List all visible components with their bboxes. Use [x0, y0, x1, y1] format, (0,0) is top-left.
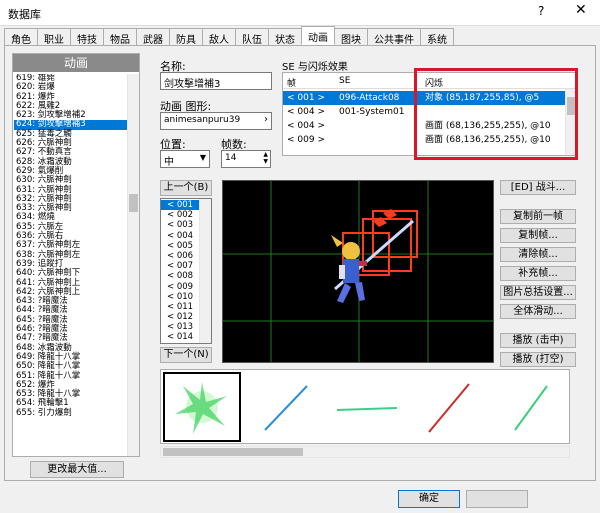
- tab-4[interactable]: 武器: [136, 28, 170, 46]
- tool-button[interactable]: 全体滑动...: [500, 304, 576, 319]
- se-flash-title: SE 与闪烁效果: [282, 62, 348, 73]
- cell-thumb[interactable]: [327, 372, 405, 442]
- cell-thumb-selected[interactable]: [163, 372, 241, 442]
- cell-strip-scrollbar[interactable]: [160, 446, 570, 458]
- frame-list-item[interactable]: < 003: [161, 220, 201, 230]
- close-icon[interactable]: ✕: [575, 2, 587, 18]
- se-sound-cell: 096-Attack08: [339, 93, 400, 103]
- burst-effect: [175, 382, 227, 434]
- frame-list-item[interactable]: < 006: [161, 251, 201, 261]
- position-select[interactable]: 中 ▼: [160, 150, 210, 168]
- cell-thumb[interactable]: [491, 372, 569, 442]
- prev-frame-button[interactable]: 上一个(B): [160, 180, 212, 196]
- name-input[interactable]: 剑攻擊增補3: [160, 72, 272, 90]
- tab-11[interactable]: 公共事件: [367, 28, 421, 46]
- tool-button[interactable]: 复制前一帧: [500, 209, 576, 224]
- animation-list-header: 动画: [13, 54, 139, 72]
- tab-8[interactable]: 状态: [268, 28, 302, 46]
- cell-thumb[interactable]: [409, 372, 487, 442]
- tab-5[interactable]: 防具: [169, 28, 203, 46]
- help-icon[interactable]: ?: [538, 4, 544, 18]
- tool-button[interactable]: 播放 (打空): [500, 352, 576, 367]
- animation-items: 619: 雄毙 620: 岩爆 621: 爆炸 622: 風雞2 623: 剑攻擊增補2…: [14, 74, 128, 454]
- cell-thumb[interactable]: [245, 372, 323, 442]
- tab-10[interactable]: 图块: [334, 28, 368, 46]
- tool-button[interactable]: 清除帧...: [500, 247, 576, 262]
- animation-stage[interactable]: [222, 180, 494, 363]
- frame-list-item[interactable]: < 013: [161, 322, 201, 332]
- tool-button[interactable]: 播放 (击中): [500, 333, 576, 348]
- se-frame-cell: < 001 >: [287, 93, 325, 103]
- se-frame-cell: < 004 >: [287, 121, 325, 131]
- ok-button[interactable]: 确定: [398, 490, 460, 508]
- frames-value: 14: [225, 153, 237, 163]
- spinner-icon[interactable]: ▲ ▼: [263, 151, 268, 165]
- tool-button[interactable]: 补充帧...: [500, 266, 576, 281]
- frame-list[interactable]: < 001 < 002 < 003 < 004 < 005 < 006 < 007 < 008…: [160, 198, 212, 344]
- change-max-button[interactable]: 更改最大值...: [30, 461, 124, 478]
- window-title: 数据库: [8, 8, 41, 21]
- next-frame-button[interactable]: 下一个(N): [160, 347, 212, 363]
- frame-list-item[interactable]: < 010: [161, 292, 201, 302]
- column-se: SE: [339, 76, 351, 86]
- character-sprite: [331, 235, 367, 303]
- frame-list-item[interactable]: < 002: [161, 210, 201, 220]
- cell-strip[interactable]: [160, 369, 570, 444]
- graphic-value: animesanpuru39: [164, 115, 241, 125]
- tab-9[interactable]: 动画: [301, 26, 335, 45]
- se-frame-cell: < 004 >: [287, 107, 325, 117]
- frame-list-item[interactable]: < 011: [161, 302, 201, 312]
- animation-list[interactable]: 动画 619: 雄毙 620: 岩爆 621: 爆炸 622: 風雞2 623: 剑攻擊…: [12, 53, 140, 457]
- frames-input[interactable]: 14 ▲ ▼: [221, 150, 271, 168]
- se-sound-cell: 001-System01: [339, 107, 405, 117]
- frame-list-item[interactable]: < 009: [161, 282, 201, 292]
- cancel-button[interactable]: [466, 490, 528, 508]
- column-frame: 帧: [287, 79, 297, 89]
- tab-2[interactable]: 特技: [70, 28, 104, 46]
- scrollbar-thumb[interactable]: [129, 194, 138, 212]
- animation-list-item[interactable]: 655: 引力爆劍: [14, 408, 128, 418]
- tool-button[interactable]: 图片总括设置...: [500, 285, 576, 300]
- animation-list-scrollbar[interactable]: [127, 74, 139, 456]
- frame-list-item[interactable]: < 012: [161, 312, 201, 322]
- tool-button[interactable]: 复制帧...: [500, 228, 576, 243]
- frame-list-item[interactable]: < 008: [161, 271, 201, 281]
- frame-list-item[interactable]: < 004: [161, 231, 201, 241]
- chevron-right-icon: ›: [264, 114, 268, 125]
- frame-list-scrollbar[interactable]: [199, 199, 211, 343]
- highlight-box: [414, 68, 578, 160]
- frame-list-item[interactable]: < 001: [161, 200, 201, 211]
- position-value: 中: [164, 157, 174, 168]
- tab-0[interactable]: 角色: [4, 28, 38, 46]
- tab-strip: 角色 职业 特技 物品 武器 防具 敌人 队伍 状态 动画 图块 公共事件 系统: [4, 26, 596, 46]
- frame-list-item[interactable]: < 005: [161, 241, 201, 251]
- frame-list-item[interactable]: < 014: [161, 332, 201, 342]
- frame-items: < 001 < 002 < 003 < 004 < 005 < 006 < 007 < 008…: [161, 200, 201, 343]
- tab-3[interactable]: 物品: [103, 28, 137, 46]
- title-bar: 数据库 ? ✕: [0, 0, 600, 26]
- stage-canvas: [223, 181, 493, 362]
- tab-6[interactable]: 敌人: [202, 28, 236, 46]
- tab-1[interactable]: 职业: [37, 28, 71, 46]
- frame-list-item[interactable]: < 007: [161, 261, 201, 271]
- tool-button[interactable]: [ED] 战斗...: [500, 180, 576, 195]
- se-frame-cell: < 009 >: [287, 135, 325, 145]
- tab-7[interactable]: 队伍: [235, 28, 269, 46]
- chevron-down-icon: ▼: [199, 153, 206, 162]
- graphic-field[interactable]: animesanpuru39 ›: [160, 112, 272, 130]
- scrollbar-thumb[interactable]: [163, 448, 303, 456]
- tab-12[interactable]: 系统: [420, 28, 454, 46]
